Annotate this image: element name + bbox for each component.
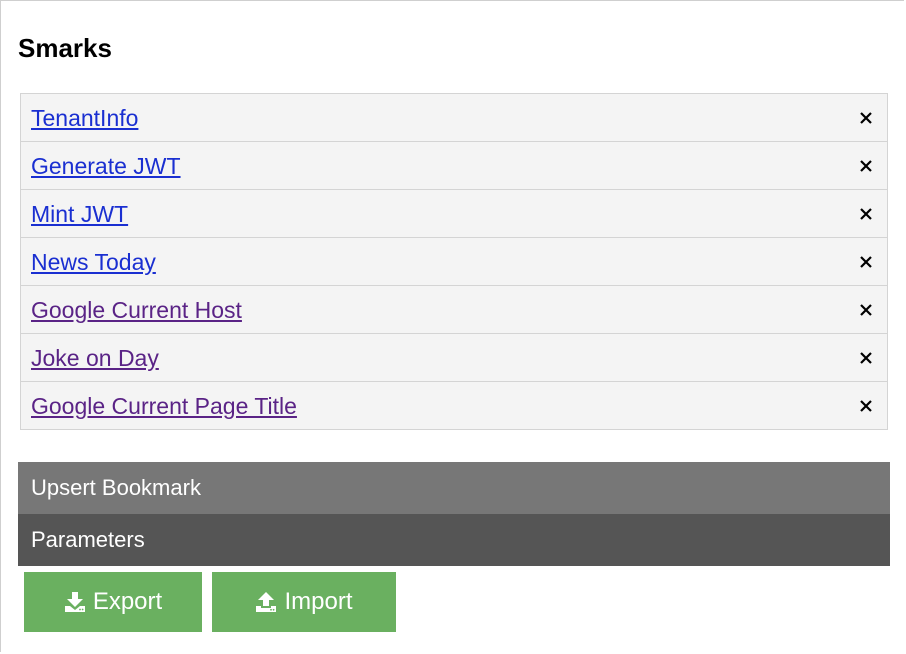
bookmark-link-news-today[interactable]: News Today: [31, 249, 156, 275]
bookmark-link-google-current-host[interactable]: Google Current Host: [31, 297, 242, 323]
bookmark-link-generate-jwt[interactable]: Generate JWT: [31, 153, 181, 179]
close-icon[interactable]: [859, 351, 873, 365]
upsert-bookmark-panel-toggle[interactable]: Upsert Bookmark: [18, 462, 890, 514]
list-item: News Today: [21, 238, 887, 286]
list-item: Generate JWT: [21, 142, 887, 190]
import-label: Import: [284, 588, 353, 615]
page-title: Smarks: [18, 33, 112, 63]
close-icon[interactable]: [859, 111, 873, 125]
parameters-panel-toggle[interactable]: Parameters: [18, 514, 890, 566]
bookmark-link-mint-jwt[interactable]: Mint JWT: [31, 201, 128, 227]
export-button[interactable]: Export: [24, 572, 202, 632]
bookmark-link-tenantinfo[interactable]: TenantInfo: [31, 105, 138, 131]
list-item: Joke on Day: [21, 334, 887, 382]
upload-icon: [256, 592, 277, 612]
close-icon[interactable]: [859, 303, 873, 317]
close-icon[interactable]: [859, 399, 873, 413]
close-icon[interactable]: [859, 159, 873, 173]
bookmark-list: TenantInfo Generate JWT Mint JWT News To…: [20, 93, 888, 430]
list-item: TenantInfo: [21, 94, 887, 142]
list-item: Google Current Host: [21, 286, 887, 334]
download-icon: [64, 592, 85, 612]
close-icon[interactable]: [859, 255, 873, 269]
upsert-bookmark-label: Upsert Bookmark: [31, 475, 201, 500]
parameters-label: Parameters: [31, 527, 145, 552]
list-item: Mint JWT: [21, 190, 887, 238]
export-label: Export: [92, 588, 163, 615]
import-button[interactable]: Import: [212, 572, 396, 632]
close-icon[interactable]: [859, 207, 873, 221]
list-item: Google Current Page Title: [21, 382, 887, 429]
bookmark-link-joke-on-day[interactable]: Joke on Day: [31, 345, 159, 371]
bookmark-link-google-current-page-title[interactable]: Google Current Page Title: [31, 393, 297, 419]
